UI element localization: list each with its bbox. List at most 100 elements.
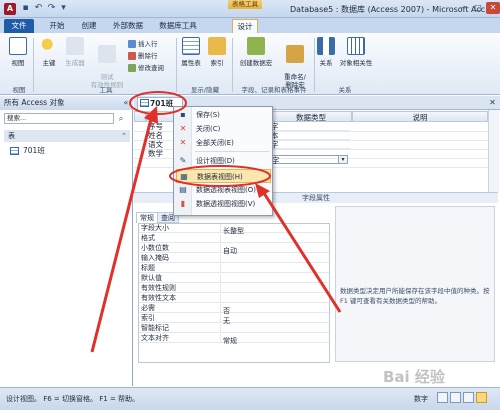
delete-row-button[interactable]: 删除行: [128, 50, 158, 60]
relationships-label: 关系: [319, 59, 333, 67]
datasheet-view-icon[interactable]: [437, 392, 448, 403]
context-menu-close-all[interactable]: ✕ 全部关闭(E): [176, 136, 271, 150]
property-row[interactable]: 格式: [139, 234, 329, 243]
access-app-icon[interactable]: A: [4, 3, 16, 15]
object-dependencies-label: 对象相关性: [339, 59, 373, 67]
chevron-down-icon[interactable]: ▾: [338, 155, 348, 164]
maximize-button[interactable]: □: [471, 2, 485, 14]
property-row[interactable]: 文本对齐 常规: [139, 334, 329, 346]
nav-category-tables[interactable]: 表: [4, 130, 130, 142]
builder-label: 生成器: [65, 59, 85, 67]
undo-icon[interactable]: ↶: [33, 3, 44, 14]
builder-button[interactable]: 生成器: [62, 37, 88, 67]
tab-external-data[interactable]: 外部数据: [108, 19, 148, 33]
property-row[interactable]: 字段大小 长整型: [139, 224, 329, 235]
create-data-macros-button[interactable]: 创建数据宏: [236, 37, 276, 67]
table-icon: [10, 147, 19, 155]
view-button-label: 视图: [11, 59, 25, 67]
data-type-cell[interactable]: 字: [270, 140, 350, 149]
column-header-description[interactable]: 说明: [352, 111, 488, 122]
property-row[interactable]: 必需否: [139, 304, 329, 315]
indexes-icon: [208, 37, 226, 55]
property-name: 字段大小: [139, 224, 221, 233]
group-label-view: 视图: [12, 86, 26, 94]
data-type-select[interactable]: 字: [270, 155, 348, 165]
group-label-show-hide: 显示/隐藏: [190, 86, 220, 94]
insert-row-label: 插入行: [138, 40, 158, 48]
close-window-button[interactable]: ✕: [486, 2, 500, 14]
property-name: 有效性规则: [139, 284, 221, 293]
close-icon: ✕: [179, 124, 187, 133]
menu-item-label: 数据透视图视图(V): [196, 200, 256, 208]
property-value[interactable]: 常规: [221, 337, 237, 346]
tab-home[interactable]: 开始: [44, 19, 70, 33]
insert-row-button[interactable]: 插入行: [128, 38, 158, 48]
tab-file[interactable]: 文件: [4, 19, 34, 33]
modify-lookups-button[interactable]: 修改查阅: [128, 62, 164, 72]
data-type-cell[interactable]: 字: [270, 122, 350, 131]
object-dependencies-button[interactable]: 对象相关性: [338, 37, 374, 67]
grid-vertical-scrollbar[interactable]: [488, 110, 499, 192]
context-menu-separator: [195, 151, 269, 152]
tab-database-tools[interactable]: 数据库工具: [154, 19, 202, 33]
property-name: 有效性文本: [139, 294, 221, 303]
test-validation-rules-button[interactable]: 测试 有效性规则: [88, 37, 126, 89]
group-separator: [314, 38, 315, 92]
menu-item-label: 全部关闭(E): [196, 139, 234, 147]
property-row[interactable]: 默认值: [139, 274, 329, 283]
context-menu-save[interactable]: ▪ 保存(S): [176, 108, 271, 122]
nav-item-table[interactable]: 701班: [10, 145, 120, 157]
search-icon[interactable]: ⌕: [114, 113, 128, 124]
context-menu-pivot-table-view[interactable]: ▤ 数据透视表视图(O): [176, 183, 271, 197]
property-row[interactable]: 标题: [139, 264, 329, 273]
chevron-up-icon[interactable]: ⌃: [118, 130, 130, 142]
datasheet-view-icon: ▦: [180, 172, 188, 181]
property-row[interactable]: 有效性规则: [139, 284, 329, 293]
pivot-chart-view-icon[interactable]: [463, 392, 474, 403]
group-label-relationships: 关系: [338, 86, 352, 94]
property-sheet-button[interactable]: 属性表: [179, 37, 203, 67]
context-menu-close[interactable]: ✕ 关闭(C): [176, 122, 271, 136]
context-menu-design-view[interactable]: ✎ 设计视图(D): [176, 154, 271, 168]
customize-qat-icon[interactable]: ▾: [58, 3, 69, 14]
rename-delete-macro-button[interactable]: 重命名/ 删除宏: [278, 37, 312, 89]
group-label-field-record-events: 字段、记录和表格事件: [241, 86, 307, 94]
indexes-button[interactable]: 索引: [206, 37, 228, 67]
property-row[interactable]: 输入掩码: [139, 254, 329, 263]
column-header-data-type[interactable]: 数据类型: [270, 111, 352, 122]
context-menu-datasheet-view[interactable]: ▦ 数据表视图(H): [176, 169, 271, 183]
nav-collapse-button[interactable]: «: [120, 96, 132, 110]
tab-general[interactable]: 常规: [136, 212, 158, 223]
minimize-button[interactable]: —: [456, 2, 470, 14]
property-row[interactable]: 智能标记: [139, 324, 329, 333]
nav-pane-header[interactable]: 所有 Access 对象: [0, 96, 133, 110]
property-name: 格式: [139, 234, 221, 243]
design-view-icon: ✎: [179, 156, 187, 165]
menu-item-label: 关闭(C): [196, 125, 221, 133]
save-icon[interactable]: ▪: [20, 3, 31, 14]
data-type-cell[interactable]: 本: [270, 131, 350, 140]
nav-search-input[interactable]: 搜索...: [4, 113, 114, 124]
pivot-table-view-icon[interactable]: [450, 392, 461, 403]
redo-icon[interactable]: ↷: [46, 3, 57, 14]
property-help-text: 数据类型决定用户所能保存在该字段中值的种类。按 F1 键可查看有关数据类型的帮助…: [340, 287, 490, 305]
menu-item-label: 保存(S): [196, 111, 220, 119]
tab-create[interactable]: 创建: [76, 19, 102, 33]
relationships-button[interactable]: 关系: [316, 37, 336, 67]
close-document-icon[interactable]: ✕: [487, 97, 498, 109]
design-view-icon[interactable]: [476, 392, 487, 403]
property-name: 文本对齐: [139, 334, 221, 343]
primary-key-button[interactable]: 主键: [38, 37, 60, 67]
indexes-label: 索引: [210, 59, 224, 67]
property-name: 默认值: [139, 274, 221, 283]
property-row[interactable]: 小数位数 自动: [139, 244, 329, 255]
group-separator: [232, 38, 233, 92]
view-icon: [9, 37, 27, 55]
status-text: 设计视图。 F6 = 切换窗格。 F1 = 帮助。: [6, 395, 140, 403]
view-button[interactable]: 视图: [6, 37, 30, 67]
property-row[interactable]: 索引无: [139, 314, 329, 325]
key-icon: [40, 37, 58, 55]
context-menu-pivot-chart-view[interactable]: ▮ 数据透视图视图(V): [176, 197, 271, 211]
property-row[interactable]: 有效性文本: [139, 294, 329, 303]
tab-design[interactable]: 设计: [232, 19, 258, 33]
